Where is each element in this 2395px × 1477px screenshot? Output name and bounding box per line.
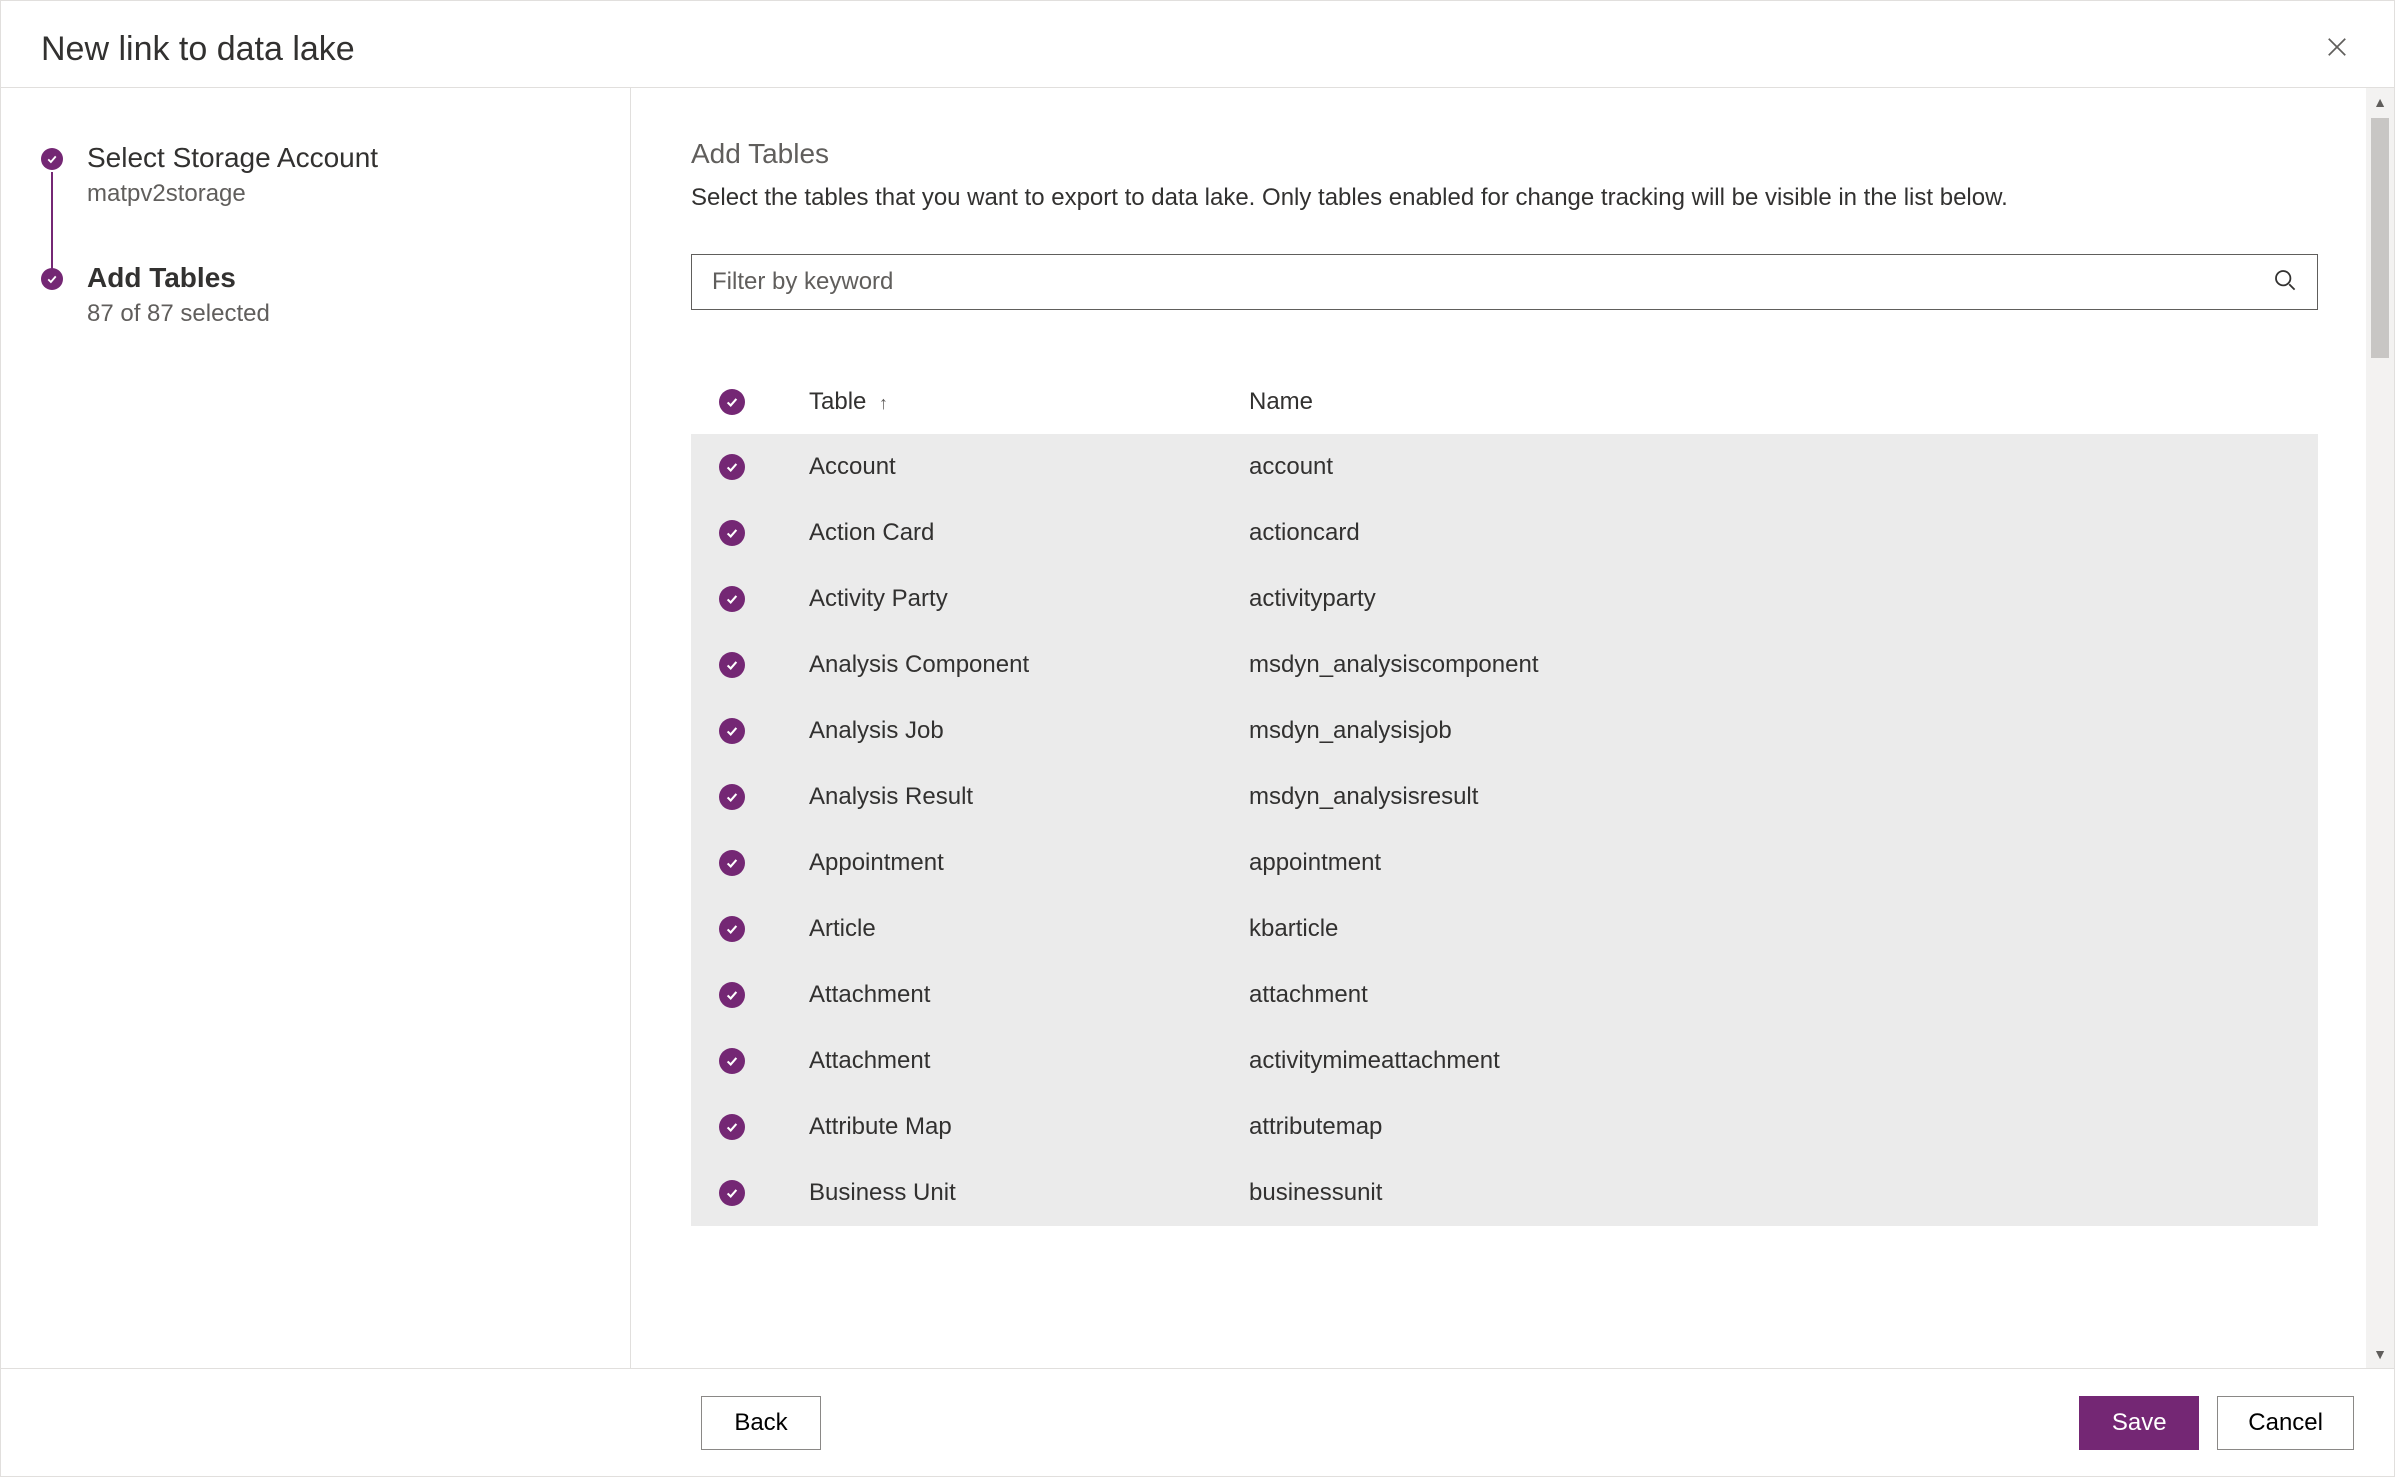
wizard-step-tables[interactable]: Add Tables 87 of 87 selected [41, 262, 630, 328]
row-table-label: Attribute Map [809, 1113, 1249, 1141]
close-button[interactable] [2320, 29, 2354, 69]
col-header-name[interactable]: Name [1249, 388, 2290, 416]
row-checkbox[interactable] [719, 1180, 745, 1206]
table-row[interactable]: Attribute Mapattributemap [691, 1094, 2318, 1160]
save-button[interactable]: Save [2079, 1396, 2199, 1450]
scroll-thumb[interactable] [2371, 118, 2389, 358]
row-checkbox[interactable] [719, 520, 745, 546]
row-table-label: Article [809, 915, 1249, 943]
row-table-label: Analysis Component [809, 651, 1249, 679]
row-checkbox[interactable] [719, 784, 745, 810]
table-row[interactable]: Articlekbarticle [691, 896, 2318, 962]
row-name-label: activityparty [1249, 585, 2290, 613]
row-name-label: attributemap [1249, 1113, 2290, 1141]
row-table-label: Action Card [809, 519, 1249, 547]
scroll-up-icon[interactable]: ▲ [2366, 88, 2394, 116]
row-name-label: appointment [1249, 849, 2290, 877]
row-checkbox[interactable] [719, 586, 745, 612]
table-row[interactable]: Attachmentattachment [691, 962, 2318, 1028]
search-input[interactable] [712, 268, 2273, 296]
table-row[interactable]: Attachmentactivitymimeattachment [691, 1028, 2318, 1094]
row-name-label: account [1249, 453, 2290, 481]
row-table-label: Attachment [809, 981, 1249, 1009]
row-name-label: attachment [1249, 981, 2290, 1009]
row-checkbox[interactable] [719, 652, 745, 678]
table-row[interactable]: Appointmentappointment [691, 830, 2318, 896]
search-icon [2273, 268, 2297, 297]
table-row[interactable]: Analysis Componentmsdyn_analysiscomponen… [691, 632, 2318, 698]
row-checkbox[interactable] [719, 1048, 745, 1074]
grid-header: Table ↑ Name [691, 370, 2318, 434]
scroll-down-icon[interactable]: ▼ [2366, 1340, 2394, 1368]
table-row[interactable]: Business Unitbusinessunit [691, 1160, 2318, 1226]
row-table-label: Analysis Job [809, 717, 1249, 745]
table-row[interactable]: Analysis Jobmsdyn_analysisjob [691, 698, 2318, 764]
step-tables-sub: 87 of 87 selected [87, 300, 630, 328]
row-name-label: kbarticle [1249, 915, 2290, 943]
row-checkbox[interactable] [719, 454, 745, 480]
check-icon [41, 148, 63, 170]
dialog-header: New link to data lake [1, 1, 2394, 88]
tables-grid: Table ↑ Name AccountaccountAction Cardac… [691, 370, 2318, 1226]
row-table-label: Activity Party [809, 585, 1249, 613]
row-name-label: msdyn_analysisresult [1249, 783, 2290, 811]
row-table-label: Business Unit [809, 1179, 1249, 1207]
row-table-label: Appointment [809, 849, 1249, 877]
row-name-label: msdyn_analysiscomponent [1249, 651, 2290, 679]
wizard-sidebar: Select Storage Account matpv2storage Add… [1, 88, 631, 1368]
cancel-button[interactable]: Cancel [2217, 1396, 2354, 1450]
row-checkbox[interactable] [719, 916, 745, 942]
row-table-label: Account [809, 453, 1249, 481]
row-name-label: businessunit [1249, 1179, 2290, 1207]
table-row[interactable]: Action Cardactioncard [691, 500, 2318, 566]
step-storage-title: Select Storage Account [87, 142, 630, 174]
step-storage-sub: matpv2storage [87, 180, 630, 208]
scrollbar[interactable]: ▲ ▼ [2366, 88, 2394, 1368]
row-table-label: Analysis Result [809, 783, 1249, 811]
back-button[interactable]: Back [701, 1396, 821, 1450]
sort-asc-icon: ↑ [879, 393, 888, 413]
dialog-footer: Back Save Cancel [1, 1368, 2394, 1476]
row-checkbox[interactable] [719, 1114, 745, 1140]
dialog-title: New link to data lake [41, 30, 355, 69]
col-header-table-label: Table [809, 388, 866, 415]
row-checkbox[interactable] [719, 982, 745, 1008]
check-icon [41, 268, 63, 290]
table-row[interactable]: Analysis Resultmsdyn_analysisresult [691, 764, 2318, 830]
select-all-checkbox[interactable] [719, 389, 745, 415]
dialog-body: Select Storage Account matpv2storage Add… [1, 88, 2394, 1368]
row-name-label: msdyn_analysisjob [1249, 717, 2290, 745]
search-box[interactable] [691, 254, 2318, 310]
table-row[interactable]: Activity Partyactivityparty [691, 566, 2318, 632]
row-checkbox[interactable] [719, 718, 745, 744]
grid-body: AccountaccountAction CardactioncardActiv… [691, 434, 2318, 1226]
main-panel: Add Tables Select the tables that you wa… [631, 88, 2394, 1368]
wizard-step-storage[interactable]: Select Storage Account matpv2storage [41, 142, 630, 208]
dialog: New link to data lake Select Storage Acc… [1, 1, 2394, 1476]
panel-description: Select the tables that you want to expor… [691, 184, 2318, 212]
row-name-label: actioncard [1249, 519, 2290, 547]
col-header-table[interactable]: Table ↑ [809, 388, 1249, 416]
row-checkbox[interactable] [719, 850, 745, 876]
table-row[interactable]: Accountaccount [691, 434, 2318, 500]
panel-title: Add Tables [691, 138, 2318, 170]
row-table-label: Attachment [809, 1047, 1249, 1075]
step-tables-title: Add Tables [87, 262, 630, 294]
row-name-label: activitymimeattachment [1249, 1047, 2290, 1075]
close-icon [2326, 33, 2348, 64]
